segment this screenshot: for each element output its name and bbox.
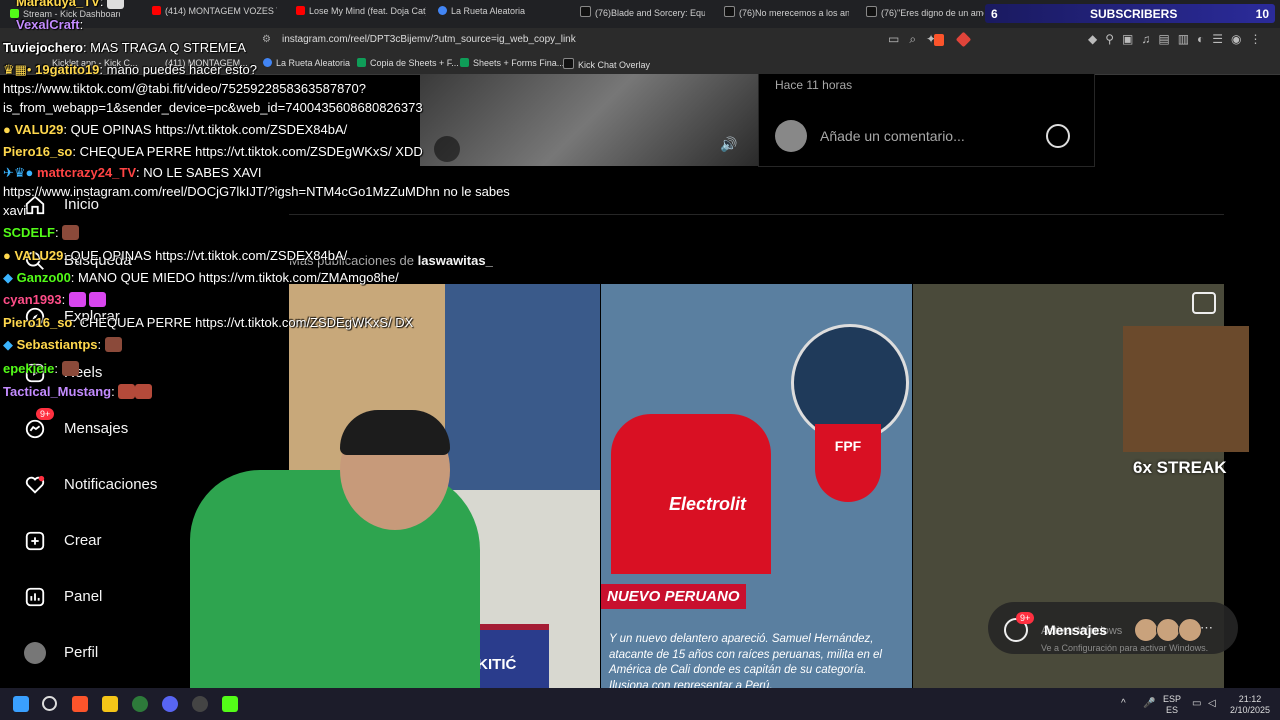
badge-icons: ♛▦•: [3, 62, 36, 77]
heart-icon: [25, 475, 45, 494]
xbox-icon[interactable]: [132, 696, 148, 712]
chat-message-cont: xavi: [3, 203, 27, 218]
chat-message: cyan1993:: [3, 292, 107, 307]
emote-icon: [104, 337, 122, 352]
chat-message: SCDELF:: [3, 225, 80, 240]
chat-message: ● VALU29: QUE OPINAS https://vt.tiktok.c…: [3, 122, 348, 137]
subscriber-goal: 10: [1255, 7, 1269, 21]
kick-icon: [563, 58, 574, 69]
chat-message: ◆ Sebastiantps:: [3, 337, 122, 353]
chart-icon: [25, 587, 45, 607]
tiktok-icon: [724, 6, 735, 17]
emote-icon: [135, 384, 153, 399]
tab-tiktok-amor[interactable]: (76)"Eres digno de un amor e: [866, 6, 984, 22]
emoji-icon[interactable]: [1046, 124, 1070, 148]
obs-icon[interactable]: [192, 696, 208, 712]
post-tag: NUEVO PERUANO: [601, 584, 746, 609]
windows-activation-title: Activar Windows: [1041, 625, 1123, 637]
network-icon[interactable]: ▭: [1192, 698, 1201, 709]
badge-icon: ●: [3, 248, 15, 263]
windows-start-icon[interactable]: [13, 696, 29, 712]
search-icon[interactable]: [42, 696, 57, 711]
badge-icon: ◆: [3, 270, 17, 285]
microphone-icon[interactable]: 🎤: [1143, 698, 1155, 709]
chat-message: ✈♛● mattcrazy24_TV: NO LE SABES XAVI: [3, 165, 262, 180]
chat-message: Piero16_so: CHEQUEA PERRE https://vt.tik…: [3, 144, 423, 159]
stream-chat-overlay: Marakuya_TV: VexalCraft: Tuviejochero: M…: [0, 0, 540, 410]
more-options-icon[interactable]: ⋯: [1200, 620, 1213, 636]
emote-icon: [107, 0, 125, 9]
avatar-icon: [24, 642, 46, 664]
streak-emote-image: [1123, 326, 1249, 452]
language-indicator[interactable]: ESP ES: [1163, 694, 1181, 716]
chat-message: ◆ Ganzo00: MANO QUE MIEDO https://vm.tik…: [3, 270, 399, 285]
brave-shield-icon[interactable]: [934, 34, 944, 46]
brave-rewards-icon[interactable]: [955, 31, 972, 48]
emote-icon: [62, 225, 80, 240]
windows-activation-subtitle: Ve a Configuración para activar Windows.: [1041, 643, 1209, 653]
chat-message-cont: https://www.instagram.com/reel/DOCjG7lkI…: [3, 184, 510, 199]
comment-input[interactable]: Añade un comentario...: [820, 128, 965, 144]
messages-badge: 9+: [1016, 612, 1035, 624]
streak-counter: 6x STREAK: [1133, 458, 1227, 477]
extension-icons[interactable]: ◆⚲▣♫▤▥◐☰◉⋮: [1088, 32, 1270, 46]
avatar: [1156, 618, 1180, 642]
badge-icons: ✈♛●: [3, 165, 38, 180]
tiktok-icon: [866, 6, 877, 17]
avatar: [1178, 618, 1202, 642]
streamer-webcam: [190, 410, 490, 720]
tiktok-icon: [580, 6, 591, 17]
bookmark-kick-chat-overlay[interactable]: Kick Chat Overlay: [563, 58, 650, 70]
chat-message: Piero16_so: CHEQUEA PERRE https://vt.tik…: [3, 315, 414, 330]
kick-icon[interactable]: [222, 696, 238, 712]
emote-icon: [61, 361, 79, 376]
subscriber-goal-bar: 6 SUBSCRIBERS 10: [985, 4, 1275, 23]
discord-icon[interactable]: [162, 696, 178, 712]
chat-message: Tuviejochero: MAS TRAGA Q STREMEA: [3, 40, 246, 55]
chat-message: VexalCraft:: [16, 17, 84, 32]
chevron-up-icon[interactable]: ^: [1121, 698, 1126, 709]
messenger-icon: [25, 419, 45, 439]
chat-message: ● VALU29: QUE OPINAS https://vt.tiktok.c…: [3, 248, 348, 263]
emote-icon: [68, 292, 86, 307]
badge-icon: ◆: [3, 337, 17, 352]
tab-tiktok-animales[interactable]: (76)No merecemos a los anima: [724, 6, 849, 22]
subscriber-label: SUBSCRIBERS: [1090, 7, 1178, 21]
clock[interactable]: 21:12 2/10/2025: [1230, 694, 1270, 716]
volume-icon[interactable]: ◁: [1208, 698, 1216, 709]
brave-browser-icon[interactable]: [72, 696, 88, 712]
avatar: [775, 120, 807, 152]
badge-icon: ●: [3, 122, 15, 137]
chat-message: epekieie:: [3, 361, 79, 376]
subscriber-count: 6: [991, 7, 998, 21]
windows-taskbar: ^ 🎤 ESP ES ▭ ◁ 21:12 2/10/2025: [0, 688, 1280, 720]
speaker-icon[interactable]: 🔊: [720, 136, 737, 153]
grid-post-nuevo-peruano[interactable]: Electrolit FPF NUEVO PERUANO Y un nuevo …: [601, 284, 912, 688]
file-explorer-icon[interactable]: [102, 696, 118, 712]
chat-message: Marakuya_TV:: [16, 0, 125, 9]
chat-message: ♛▦• 19gatito19: mano puedes hacer esto?: [3, 62, 257, 77]
emote-icon: [118, 384, 136, 399]
tab-tiktok-blade[interactable]: (76)Blade and Sorcery: Equal R: [580, 6, 705, 22]
fpf-badge: FPF: [815, 424, 881, 502]
reels-icon: [1192, 292, 1216, 314]
sponsor-logo: Electrolit: [669, 494, 747, 514]
post-timestamp: Hace 11 horas: [775, 78, 853, 92]
emote-icon: [89, 292, 107, 307]
avatar: [1134, 618, 1158, 642]
webcam-hair: [340, 410, 450, 455]
chat-message: Tactical_Mustang:: [3, 384, 153, 399]
plus-square-icon: [25, 531, 45, 551]
chat-message-cont: is_from_webapp=1&sender_device=pc&web_id…: [3, 100, 423, 115]
comment-panel: Hace 11 horas Añade un comentario...: [758, 74, 1095, 167]
chat-message-cont: https://www.tiktok.com/@tabi.fit/video/7…: [3, 81, 366, 96]
post-caption: Y un nuevo delantero apareció. Samuel He…: [609, 633, 882, 688]
